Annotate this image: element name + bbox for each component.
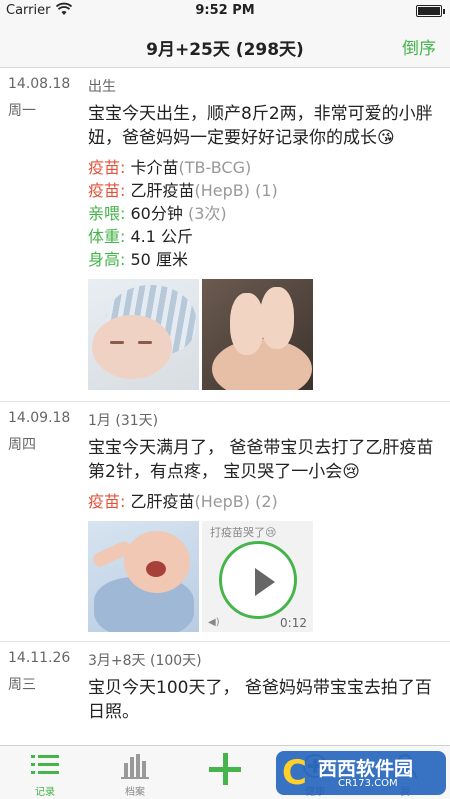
entry-age: 出生 — [88, 79, 116, 95]
meta-row: 疫苗: 卡介苗(TB-BCG) — [88, 156, 440, 179]
tab-records[interactable]: 记录 — [0, 746, 90, 799]
voice-note[interactable]: 打疫苗哭了😢 ◀) 0:12 — [202, 521, 313, 632]
photo-thumbnail[interactable] — [88, 521, 199, 632]
watermark-title: 西西软件园 — [318, 758, 414, 780]
timeline-feed[interactable]: 14.08.18 周一 出生 宝宝今天出生，顺产8斤2两，非常可爱的小胖妞，爸爸… — [0, 68, 450, 745]
battery-icon — [416, 5, 445, 17]
meta-key: 疫苗: — [88, 492, 126, 511]
status-bar: Carrier 9:52 PM — [0, 0, 450, 22]
entry-age: 1月 (31天) — [88, 413, 159, 429]
list-icon — [31, 753, 59, 777]
play-button[interactable] — [219, 541, 297, 619]
page-title: 9月+25天 (298天) — [146, 40, 304, 60]
meta-extra: (HepB) (2) — [194, 492, 278, 511]
voice-duration: 0:12 — [280, 616, 307, 630]
chart-icon — [121, 754, 149, 779]
tab-label: 记录 — [35, 787, 55, 798]
photo-thumbnail[interactable] — [202, 279, 313, 390]
photo-grid: 打疫苗哭了😢 ◀) 0:12 — [88, 521, 440, 632]
meta-value: 乙肝疫苗 — [125, 492, 195, 511]
meta-value: 50 厘米 — [125, 250, 188, 269]
entry-weekday: 周三 — [8, 677, 36, 693]
plus-icon — [209, 753, 241, 785]
entry-weekday: 周四 — [8, 437, 36, 453]
entry-date: 14.09.18 — [8, 410, 71, 426]
photo-thumbnail[interactable] — [88, 279, 199, 390]
photo-grid — [88, 279, 440, 390]
meta-row: 体重: 4.1 公斤 — [88, 225, 440, 248]
entry-weekday: 周一 — [8, 103, 36, 119]
meta-value: 4.1 公斤 — [125, 227, 194, 246]
reverse-order-button[interactable]: 倒序 — [402, 34, 436, 59]
meta-extra: (TB-BCG) — [178, 158, 252, 177]
speaker-icon: ◀) — [208, 617, 220, 628]
meta-row: 疫苗: 乙肝疫苗(HepB) (2) — [88, 490, 440, 513]
meta-key: 亲喂: — [88, 204, 126, 223]
site-watermark: C 西西软件园 CR173.COM — [276, 751, 446, 795]
tab-archive[interactable]: 档案 — [90, 746, 180, 799]
meta-key: 体重: — [88, 227, 126, 246]
meta-row: 亲喂: 60分钟 (3次) — [88, 202, 440, 225]
meta-key: 疫苗: — [88, 181, 126, 200]
entry-text: 宝贝今天100天了， 爸爸妈妈带宝宝去拍了百日照。 — [88, 678, 432, 722]
meta-row: 疫苗: 乙肝疫苗(HepB) (1) — [88, 179, 440, 202]
add-button[interactable] — [180, 746, 270, 799]
entry-text: 宝宝今天出生，顺产8斤2两，非常可爱的小胖妞，爸爸妈妈一定要好好记录你的成长😘 — [88, 104, 433, 148]
entry-age: 3月+8天 (100天) — [88, 653, 202, 669]
entry-date: 14.11.26 — [8, 650, 71, 666]
meta-row: 身高: 50 厘米 — [88, 248, 440, 271]
meta-key: 疫苗: — [88, 158, 126, 177]
tab-bar: 记录 档案 健康 我 C 西西软件园 CR173.COM — [0, 745, 450, 799]
meta-extra: (3次) — [182, 204, 227, 223]
tab-label: 档案 — [125, 787, 145, 798]
meta-value: 60分钟 — [125, 204, 183, 223]
voice-note-label: 打疫苗哭了😢 — [210, 526, 277, 539]
meta-value: 乙肝疫苗 — [125, 181, 195, 200]
meta-key: 身高: — [88, 250, 126, 269]
nav-bar: 9月+25天 (298天) 倒序 — [0, 22, 450, 68]
timeline-entry[interactable]: 14.08.18 周一 出生 宝宝今天出生，顺产8斤2两，非常可爱的小胖妞，爸爸… — [0, 68, 450, 402]
entry-date: 14.08.18 — [8, 76, 71, 92]
timeline-entry[interactable]: 14.11.26 周三 3月+8天 (100天) 宝贝今天100天了， 爸爸妈妈… — [0, 642, 450, 745]
meta-extra: (HepB) (1) — [194, 181, 278, 200]
entry-text: 宝宝今天满月了， 爸爸带宝贝去打了乙肝疫苗第2针，有点疼， 宝贝哭了一小会😢 — [88, 438, 434, 482]
play-icon — [255, 568, 275, 596]
watermark-url: CR173.COM — [338, 778, 398, 789]
meta-value: 卡介苗 — [125, 158, 179, 177]
watermark-logo: C — [282, 753, 307, 793]
clock: 9:52 PM — [195, 3, 255, 18]
timeline-entry[interactable]: 14.09.18 周四 1月 (31天) 宝宝今天满月了， 爸爸带宝贝去打了乙肝… — [0, 402, 450, 642]
